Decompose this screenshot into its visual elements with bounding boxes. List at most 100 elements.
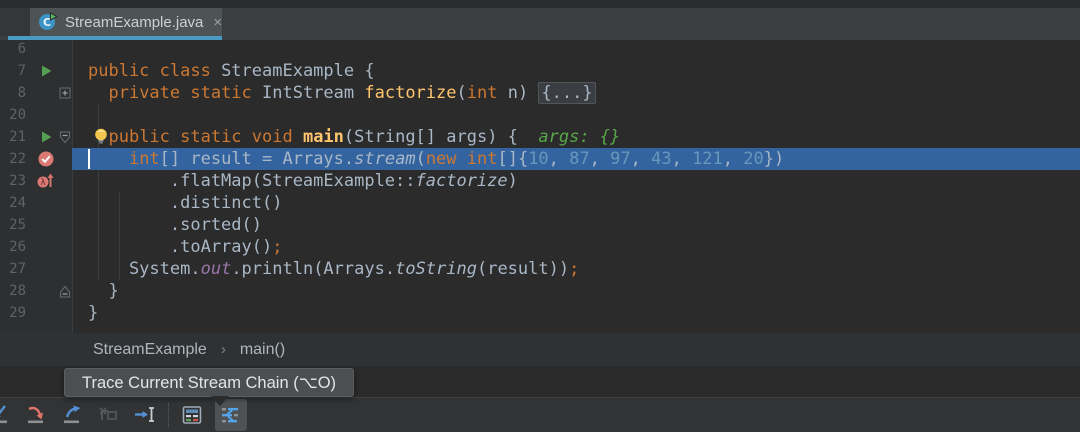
code-segment: .distinct() bbox=[88, 193, 283, 213]
code-segment: .println(Arrays. bbox=[231, 259, 396, 279]
line-number: 29 bbox=[9, 305, 26, 321]
gutter[interactable]: 26 bbox=[0, 236, 72, 258]
run-icon[interactable] bbox=[34, 126, 58, 148]
fold-slot bbox=[58, 236, 72, 258]
gutter[interactable]: 7 bbox=[0, 60, 72, 82]
code-line-27[interactable]: 27 System.out.println(Arrays.toString(re… bbox=[0, 258, 1080, 280]
tab-close-icon[interactable]: × bbox=[213, 15, 222, 30]
code-segment: , bbox=[722, 149, 744, 169]
code-segment: .flatMap(StreamExample:: bbox=[88, 171, 416, 191]
line-number: 25 bbox=[9, 217, 26, 233]
code-line-6[interactable]: 6 bbox=[0, 38, 1080, 60]
gutter[interactable]: 27 bbox=[0, 258, 72, 280]
toolbar-separator bbox=[168, 403, 169, 427]
gutter[interactable]: 6 bbox=[0, 38, 72, 60]
drop-frame-button[interactable] bbox=[96, 401, 122, 429]
code-segment: } bbox=[88, 303, 99, 323]
gutter-icon-slot bbox=[34, 258, 58, 280]
code-segment: 43 bbox=[651, 149, 672, 169]
intention-bulb-icon[interactable] bbox=[92, 127, 110, 151]
tab-streamexample-java[interactable]: C StreamExample.java × bbox=[30, 8, 222, 36]
code-editor[interactable]: 6 7 public class StreamExample {8 private … bbox=[0, 40, 1080, 333]
code-text[interactable]: private static IntStream factorize(int n… bbox=[72, 82, 1080, 104]
code-segment: 97 bbox=[610, 149, 631, 169]
gutter[interactable]: 23 λ bbox=[0, 170, 72, 192]
java-class-run-icon: C bbox=[38, 12, 58, 32]
code-segment: toString bbox=[395, 259, 477, 279]
code-line-28[interactable]: 28 } bbox=[0, 280, 1080, 302]
breadcrumb-separator-icon: › bbox=[220, 341, 226, 358]
code-text[interactable]: System.out.println(Arrays.toString(resul… bbox=[72, 258, 1080, 280]
code-text[interactable] bbox=[72, 104, 1080, 126]
tab-bar-corner bbox=[0, 8, 30, 36]
gutter[interactable]: 8 bbox=[0, 82, 72, 104]
lambda-breakpoint-icon[interactable]: λ bbox=[34, 170, 58, 192]
code-segment: IntStream bbox=[262, 83, 365, 103]
code-text[interactable]: } bbox=[72, 302, 1080, 324]
fold-end-icon[interactable] bbox=[58, 280, 72, 302]
line-number: 26 bbox=[9, 239, 26, 255]
code-line-22[interactable]: 22 int[] result = Arrays.stream(new int[… bbox=[0, 148, 1080, 170]
code-line-21[interactable]: 21 public static void main(String[] args… bbox=[0, 126, 1080, 148]
gutter[interactable]: 22 bbox=[0, 148, 72, 170]
verified-breakpoint-icon[interactable] bbox=[34, 148, 58, 170]
breadcrumb-method[interactable]: main() bbox=[240, 341, 285, 359]
evaluate-expression-icon bbox=[180, 403, 204, 427]
code-line-29[interactable]: 29} bbox=[0, 302, 1080, 324]
run-icon[interactable] bbox=[34, 60, 58, 82]
code-text[interactable]: .sorted() bbox=[72, 214, 1080, 236]
fold-slot bbox=[58, 38, 72, 60]
execution-line-code[interactable]: int[] result = Arrays.stream(new int[]{1… bbox=[72, 148, 1080, 170]
code-segment: }) bbox=[763, 149, 785, 169]
fold-collapsed-icon[interactable] bbox=[58, 82, 72, 104]
fold-slot bbox=[58, 258, 72, 280]
editor-lines: 6 7 public class StreamExample {8 private … bbox=[0, 38, 1080, 324]
text-caret bbox=[88, 149, 90, 169]
breadcrumb-class[interactable]: StreamExample bbox=[93, 341, 207, 359]
code-line-26[interactable]: 26 .toArray(); bbox=[0, 236, 1080, 258]
code-line-20[interactable]: 20 bbox=[0, 104, 1080, 126]
tooltip-tail bbox=[211, 396, 229, 406]
gutter[interactable]: 20 bbox=[0, 104, 72, 126]
fold-slot bbox=[58, 214, 72, 236]
step-into-button[interactable] bbox=[0, 401, 14, 429]
code-segment: []{ bbox=[497, 149, 529, 169]
code-text[interactable]: public static void main(String[] args) {… bbox=[72, 126, 1080, 148]
code-line-24[interactable]: 24 .distinct() bbox=[0, 192, 1080, 214]
gutter[interactable]: 21 bbox=[0, 126, 72, 148]
code-segment: (String[] args) { bbox=[343, 127, 518, 147]
code-line-8[interactable]: 8 private static IntStream factorize(int… bbox=[0, 82, 1080, 104]
code-text[interactable]: .toArray(); bbox=[72, 236, 1080, 258]
run-to-cursor-button[interactable] bbox=[132, 401, 158, 429]
fold-open-icon[interactable] bbox=[58, 126, 72, 148]
gutter[interactable]: 24 bbox=[0, 192, 72, 214]
line-number: 6 bbox=[17, 41, 26, 57]
code-segment: stream bbox=[354, 149, 416, 169]
code-segment: factorize bbox=[364, 83, 457, 103]
force-step-into-button[interactable] bbox=[24, 401, 50, 429]
code-text[interactable]: } bbox=[72, 280, 1080, 302]
code-text[interactable]: public class StreamExample { bbox=[72, 60, 1080, 82]
gutter[interactable]: 25 bbox=[0, 214, 72, 236]
code-segment: ; bbox=[272, 237, 283, 257]
run-to-cursor-icon bbox=[133, 403, 157, 427]
code-line-23[interactable]: 23 λ .flatMap(StreamExample::factorize) bbox=[0, 170, 1080, 192]
line-number: 20 bbox=[9, 107, 26, 123]
code-text[interactable] bbox=[72, 38, 1080, 60]
code-text[interactable]: .flatMap(StreamExample::factorize) bbox=[72, 170, 1080, 192]
step-out-button[interactable] bbox=[60, 401, 86, 429]
line-number: 22 bbox=[9, 151, 26, 167]
gutter-icon-slot bbox=[34, 38, 58, 60]
fold-slot bbox=[58, 170, 72, 192]
gutter[interactable]: 29 bbox=[0, 302, 72, 324]
code-line-7[interactable]: 7 public class StreamExample { bbox=[0, 60, 1080, 82]
evaluate-expression-button[interactable] bbox=[179, 401, 205, 429]
drop-frame-icon bbox=[97, 403, 121, 427]
code-segment: args: {} bbox=[538, 127, 621, 147]
window-top-strip bbox=[0, 0, 1080, 8]
code-text[interactable]: .distinct() bbox=[72, 192, 1080, 214]
gutter[interactable]: 28 bbox=[0, 280, 72, 302]
code-line-25[interactable]: 25 .sorted() bbox=[0, 214, 1080, 236]
code-segment: main bbox=[302, 127, 344, 147]
